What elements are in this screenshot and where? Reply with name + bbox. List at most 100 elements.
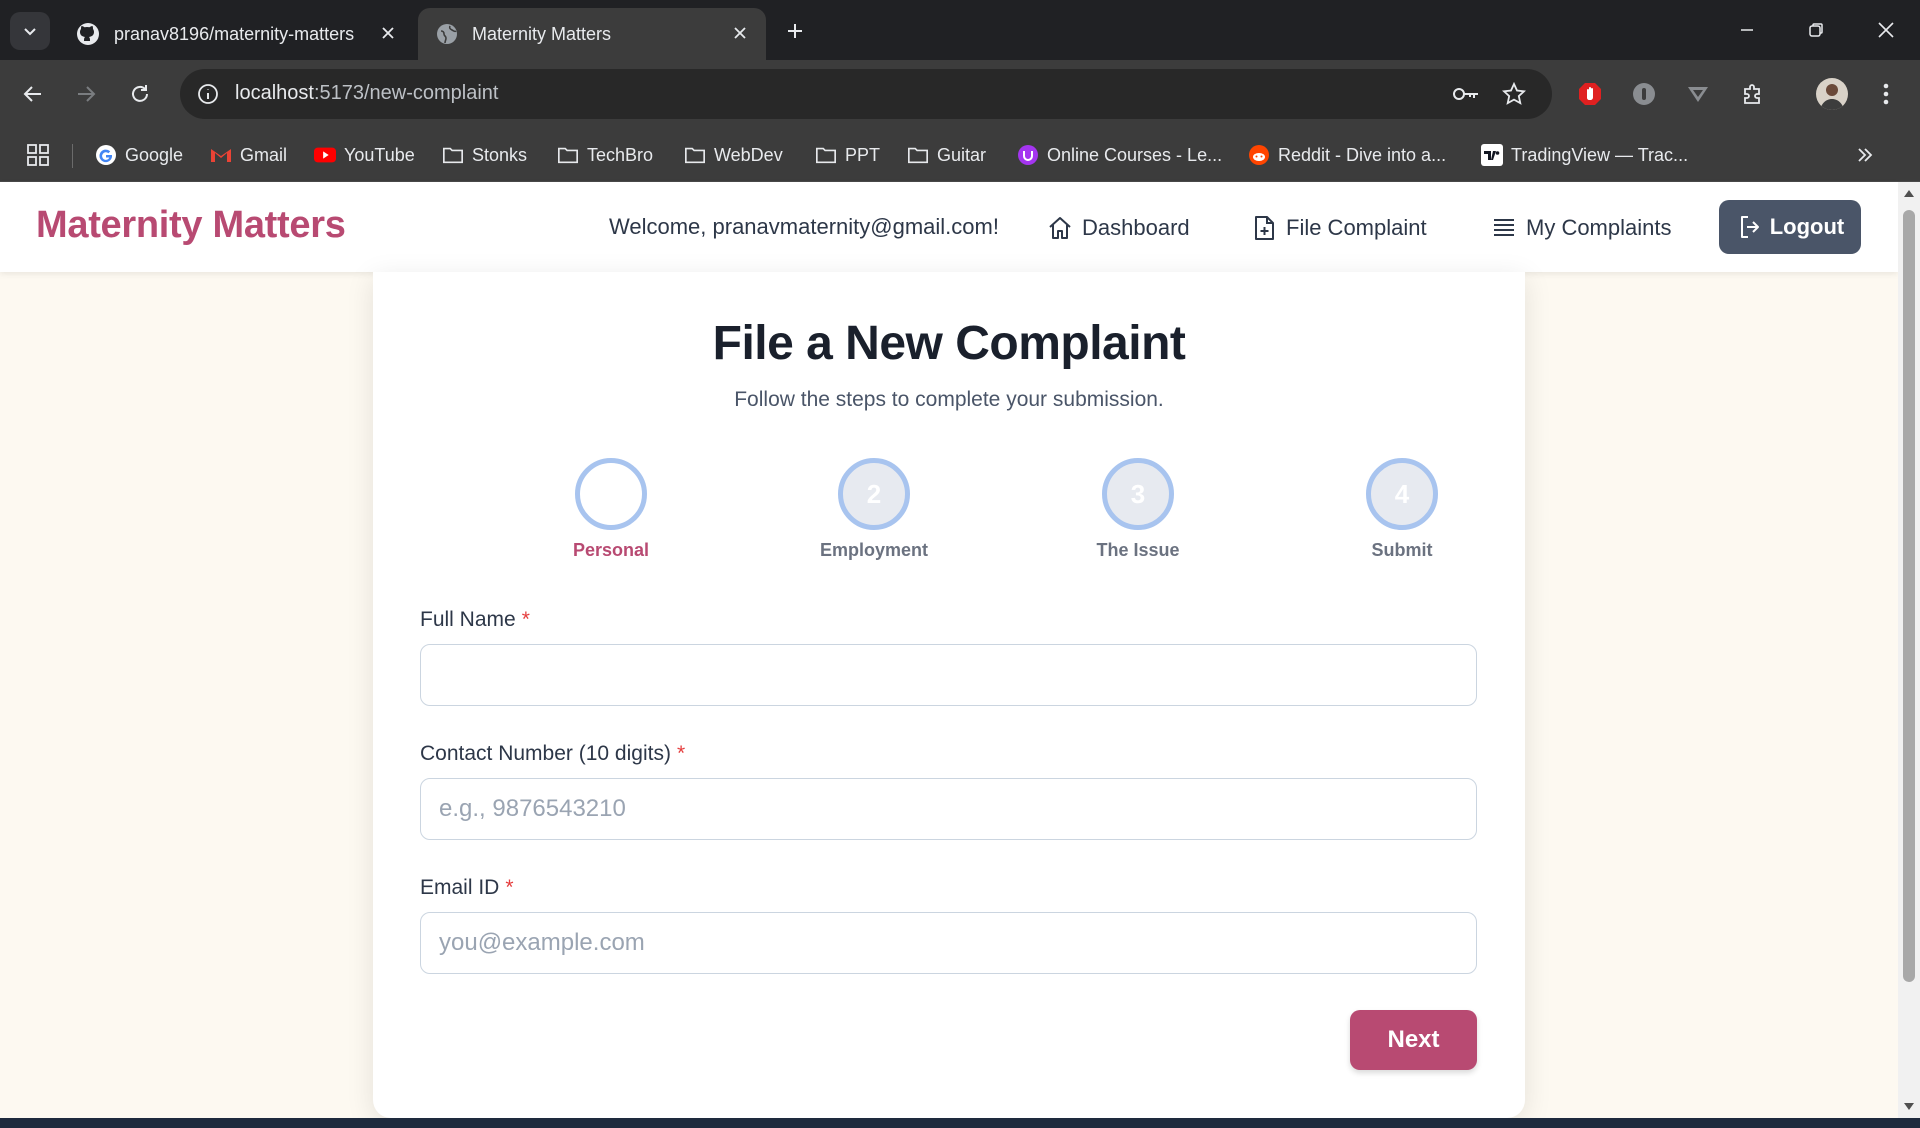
back-button[interactable] [15,76,51,112]
restore-button[interactable] [1796,12,1836,48]
step-personal[interactable]: Personal [521,458,701,561]
chevron-down-icon [24,28,36,36]
browser-tab-github[interactable]: pranav8196/maternity-matters [58,8,414,60]
bookmark-tradingview[interactable]: TradingView — Trac... [1481,140,1688,170]
complaint-form-card: File a New Complaint Follow the steps to… [373,272,1525,1118]
globe-icon [437,24,457,44]
bookmark-folder-guitar[interactable]: Guitar [907,140,986,170]
browser-tab-maternity[interactable]: Maternity Matters [418,8,766,60]
youtube-icon [314,144,336,166]
udemy-icon [1017,144,1039,166]
required-asterisk: * [676,742,686,765]
adblock-extension-icon[interactable] [1574,78,1606,110]
folder-icon [557,144,579,166]
url-text[interactable]: localhost:5173/new-complaint [235,82,499,105]
privacy-extension-icon[interactable] [1628,78,1660,110]
tradingview-icon [1481,144,1503,166]
app-header: Maternity Matters Welcome, pranavmaterni… [0,182,1898,272]
bookmark-folder-techbro[interactable]: TechBro [557,140,653,170]
address-bar[interactable]: localhost:5173/new-complaint [180,69,1552,119]
github-icon [77,23,99,45]
step-number-circle: 2 [838,458,910,530]
new-tab-button[interactable] [780,16,810,46]
step-the-issue[interactable]: 3 The Issue [1048,458,1228,561]
bookmark-folder-webdev[interactable]: WebDev [684,140,783,170]
full-name-input[interactable] [420,644,1477,706]
list-icon [1490,214,1518,242]
scroll-up-arrow-icon[interactable] [1903,188,1915,198]
vpn-extension-icon[interactable] [1682,78,1714,110]
nav-dashboard-link[interactable]: Dashboard [1046,212,1190,244]
extensions-puzzle-icon[interactable] [1737,78,1769,110]
bookmark-label: TradingView — Trac... [1511,144,1689,165]
bookmark-label: Stonks [472,144,528,165]
nav-my-complaints-link[interactable]: My Complaints [1490,212,1671,244]
logout-icon [1736,213,1764,241]
browser-tab-bar: pranav8196/maternity-matters Maternity M… [0,0,1920,60]
close-tab-icon[interactable] [728,21,752,45]
step-employment[interactable]: 2 Employment [784,458,964,561]
step-number-circle [575,458,647,530]
required-asterisk: * [505,876,514,899]
arrow-right-icon [78,86,96,102]
folder-icon [442,144,464,166]
key-icon[interactable] [1452,80,1480,108]
forward-button[interactable] [68,76,104,112]
taskbar-edge [0,1118,1920,1128]
bookmark-google[interactable]: Google [95,140,183,170]
tab-search-button[interactable] [10,12,50,50]
full-name-label: Full Name * [420,608,530,632]
bookmark-folder-ppt[interactable]: PPT [815,140,880,170]
bookmark-label: YouTube [344,144,415,165]
reload-button[interactable] [122,76,158,112]
minimize-button[interactable] [1727,12,1767,48]
minimize-icon [1741,29,1753,31]
folder-icon [684,144,706,166]
reload-icon [132,85,148,102]
bookmark-label: TechBro [587,144,654,165]
bookmarks-bar: Google Gmail YouTube Stonks TechBro WebD… [0,128,1920,182]
google-icon [95,144,117,166]
close-tab-icon[interactable] [376,21,400,45]
bookmark-star-icon[interactable] [1500,80,1528,108]
bookmark-label: Reddit - Dive into a... [1278,144,1447,165]
plus-icon [788,24,802,38]
bookmark-gmail[interactable]: Gmail [210,140,287,170]
reddit-icon [1248,144,1270,166]
folder-icon [815,144,837,166]
contact-number-input[interactable] [420,778,1477,840]
bookmark-online-courses[interactable]: Online Courses - Le... [1017,140,1222,170]
restore-icon [1809,23,1823,37]
bookmark-label: WebDev [714,144,783,165]
next-button[interactable]: Next [1350,1010,1477,1070]
profile-avatar-icon[interactable] [1816,78,1848,110]
more-bookmarks-icon[interactable] [1856,140,1874,170]
bookmark-label: Google [125,144,184,165]
email-input[interactable] [420,912,1477,974]
apps-grid-icon[interactable] [26,140,50,170]
file-plus-icon [1250,214,1278,242]
browser-menu-icon[interactable] [1870,78,1902,110]
tab-title: pranav8196/maternity-matters [114,23,355,44]
bookmark-label: PPT [845,144,881,165]
bookmarks-divider [72,144,73,168]
site-info-icon[interactable] [192,78,224,110]
step-submit[interactable]: 4 Submit [1312,458,1492,561]
bookmark-youtube[interactable]: YouTube [314,140,415,170]
nav-file-complaint-link[interactable]: File Complaint [1250,212,1427,244]
close-window-button[interactable] [1866,12,1906,48]
welcome-message: Welcome, pranavmaternity@gmail.com! [609,214,999,239]
email-label-text: Email ID [420,876,500,899]
scroll-down-arrow-icon[interactable] [1903,1102,1915,1112]
logout-button[interactable]: Logout [1719,200,1861,254]
logout-label: Logout [1769,214,1845,239]
bookmark-folder-stonks[interactable]: Stonks [442,140,527,170]
page-scrollbar[interactable] [1898,182,1920,1118]
page-title: File a New Complaint [712,317,1186,370]
page-subtitle: Follow the steps to complete your submis… [734,388,1164,411]
brand-logo-text[interactable]: Maternity Matters [36,204,346,247]
close-icon [1878,22,1894,38]
tab-title: Maternity Matters [472,23,612,44]
bookmark-reddit[interactable]: Reddit - Dive into a... [1248,140,1446,170]
scrollbar-thumb[interactable] [1903,210,1915,982]
